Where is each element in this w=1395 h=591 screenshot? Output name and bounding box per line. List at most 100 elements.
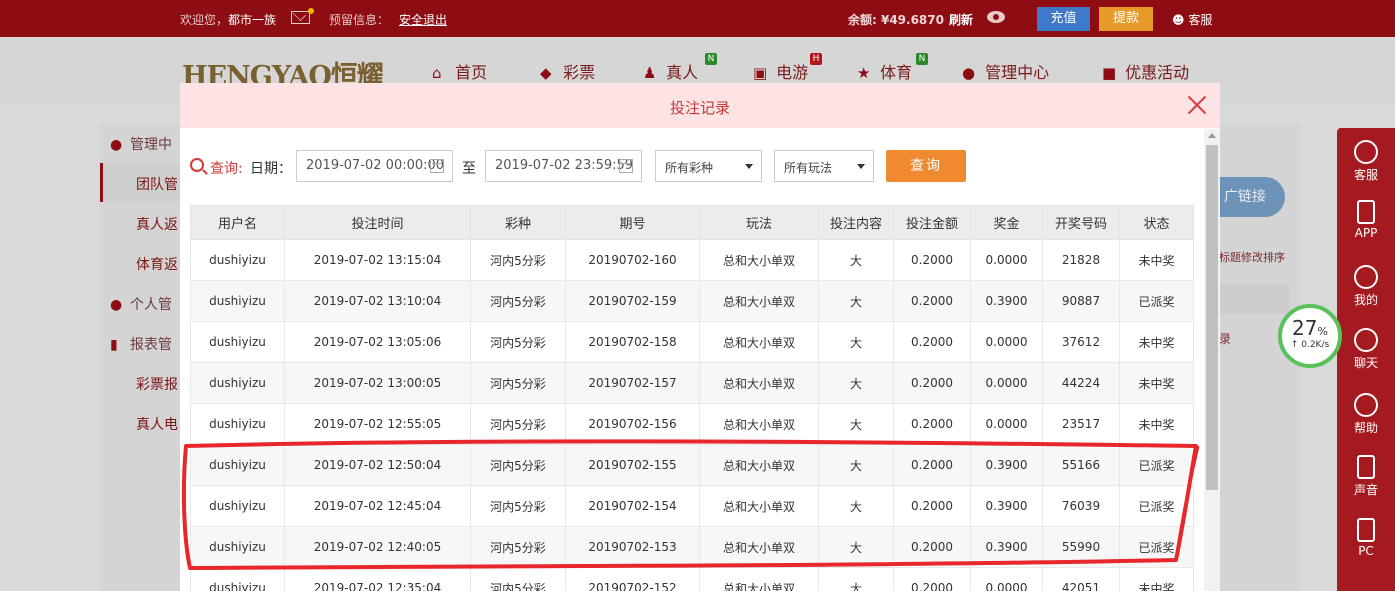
calendar-icon[interactable]: [619, 159, 633, 173]
cell-bet-time: 2019-07-02 13:15:04: [284, 239, 471, 281]
user-icon: ●: [110, 297, 123, 313]
cell-prize: 0.0000: [970, 567, 1043, 591]
cell-status: 已派奖: [1119, 526, 1194, 568]
cell-bet-time: 2019-07-02 12:40:05: [284, 526, 471, 568]
col-bet-amount: 投注金额: [893, 205, 971, 240]
play-type-select[interactable]: 所有玩法: [774, 150, 874, 182]
cell-draw-number: 90887: [1042, 280, 1120, 322]
float-mine[interactable]: 我的: [1337, 265, 1395, 308]
cell-play-type: 总和大小单双: [699, 280, 819, 322]
float-pc[interactable]: PC: [1337, 518, 1395, 558]
lottery-type-select[interactable]: 所有彩种: [655, 150, 762, 182]
cell-username: dushiyizu: [190, 280, 285, 322]
date-to-input[interactable]: 2019-07-02 23:59:59: [485, 150, 642, 182]
cell-lottery: 河内5分彩: [470, 567, 566, 591]
cell-bet-amount: 0.2000: [893, 403, 971, 445]
withdraw-button[interactable]: 提款: [1099, 7, 1153, 31]
home-icon: ⌂: [432, 64, 442, 82]
side-item-lottery-report[interactable]: 彩票报: [136, 374, 178, 394]
cell-username: dushiyizu: [190, 567, 285, 591]
cell-username: dushiyizu: [190, 444, 285, 486]
side-item-team[interactable]: 团队管: [136, 174, 178, 194]
side-head-management[interactable]: ● 管理中: [110, 134, 172, 154]
users-icon: ●: [110, 137, 123, 153]
col-play-type: 玩法: [699, 205, 819, 240]
cell-play-type: 总和大小单双: [699, 321, 819, 363]
phone-icon: [1357, 200, 1375, 224]
nav-home[interactable]: ⌂ 首页: [432, 59, 487, 83]
nav-management-center[interactable]: ● 管理中心: [962, 59, 1049, 83]
nav-promotions[interactable]: ■ 优惠活动: [1102, 59, 1189, 83]
side-item-live-report[interactable]: 真人电: [136, 414, 178, 434]
chevron-down-icon: [745, 164, 753, 169]
cell-bet-time: 2019-07-02 12:35:04: [284, 567, 471, 591]
refresh-link[interactable]: 刷新: [949, 11, 973, 28]
logout-link[interactable]: 安全退出: [399, 11, 447, 28]
query-button[interactable]: 查询: [886, 150, 966, 182]
cell-bet-content: 大: [818, 567, 894, 591]
side-item-live-rebate[interactable]: 真人返: [136, 214, 178, 234]
cell-period: 20190702-155: [565, 444, 700, 486]
scroll-up-icon[interactable]: [1208, 133, 1216, 138]
date-from-input[interactable]: 2019-07-02 00:00:00: [296, 150, 453, 182]
cell-prize: 0.0000: [970, 362, 1043, 404]
modal-scrollbar[interactable]: [1204, 129, 1220, 591]
cell-prize: 0.0000: [970, 239, 1043, 281]
table-row: dushiyizu 2019-07-02 12:50:04 河内5分彩 2019070…: [190, 444, 1194, 486]
side-item-sports-rebate[interactable]: 体育返: [136, 254, 178, 274]
side-head-reports[interactable]: ▮ 报表管: [110, 334, 172, 354]
cell-play-type: 总和大小单双: [699, 567, 819, 591]
float-sound[interactable]: 声音: [1337, 455, 1395, 498]
monitor-icon: [1357, 518, 1375, 542]
float-chat[interactable]: 聊天: [1337, 328, 1395, 371]
nav-sports[interactable]: ★ 体育: [857, 59, 912, 83]
modal-title: 投注记录: [669, 99, 730, 117]
help-icon: [1354, 393, 1378, 417]
cell-play-type: 总和大小单双: [699, 403, 819, 445]
cell-prize: 0.3900: [970, 485, 1043, 527]
unread-dot: [308, 8, 314, 14]
side-head-personal[interactable]: ● 个人管: [110, 294, 172, 314]
calendar-icon[interactable]: [430, 159, 444, 173]
cell-period: 20190702-160: [565, 239, 700, 281]
eye-icon[interactable]: [987, 11, 1005, 23]
balance-text: 余额: ¥49.6870: [848, 13, 944, 27]
nav-slots[interactable]: ▣ 电游: [753, 59, 808, 83]
cell-lottery: 河内5分彩: [470, 485, 566, 527]
background-text: 录: [1219, 332, 1232, 346]
welcome-text: 欢迎您，都市一族: [180, 13, 277, 27]
nav-live-casino[interactable]: ♟ 真人: [643, 59, 698, 83]
network-speed-widget[interactable]: 27% ↑ 0.2K/s: [1278, 304, 1342, 368]
mail-icon[interactable]: [291, 11, 310, 24]
cell-prize: 0.3900: [970, 526, 1043, 568]
col-draw-number: 开奖号码: [1042, 205, 1120, 240]
table-row: dushiyizu 2019-07-02 13:15:04 河内5分彩 2019070…: [190, 239, 1194, 281]
close-icon[interactable]: [1185, 93, 1209, 117]
new-badge: N: [705, 53, 717, 65]
customer-service-link[interactable]: ☻ 客服: [1172, 11, 1212, 28]
scroll-thumb[interactable]: [1206, 145, 1218, 490]
cell-lottery: 河内5分彩: [470, 239, 566, 281]
cell-draw-number: 55166: [1042, 444, 1120, 486]
cell-status: 已派奖: [1119, 444, 1194, 486]
cell-play-type: 总和大小单双: [699, 485, 819, 527]
cell-period: 20190702-154: [565, 485, 700, 527]
float-help[interactable]: 帮助: [1337, 393, 1395, 436]
trophy-icon: ★: [857, 64, 871, 82]
cell-bet-amount: 0.2000: [893, 239, 971, 281]
search-icon: [190, 158, 204, 172]
cell-draw-number: 42051: [1042, 567, 1120, 591]
cell-bet-content: 大: [818, 280, 894, 322]
speed-percent: 27: [1292, 316, 1318, 340]
col-status: 状态: [1119, 205, 1194, 240]
cell-play-type: 总和大小单双: [699, 239, 819, 281]
background-text: 标题修改排序: [1219, 251, 1285, 264]
float-app[interactable]: APP: [1337, 200, 1395, 240]
hot-badge: H: [810, 53, 822, 65]
cell-status: 未中奖: [1119, 239, 1194, 281]
cell-prize: 0.3900: [970, 280, 1043, 322]
float-service[interactable]: 客服: [1337, 140, 1395, 183]
date-label: 日期：: [250, 161, 292, 177]
nav-lottery[interactable]: ◆ 彩票: [540, 59, 595, 83]
recharge-button[interactable]: 充值: [1037, 7, 1090, 31]
